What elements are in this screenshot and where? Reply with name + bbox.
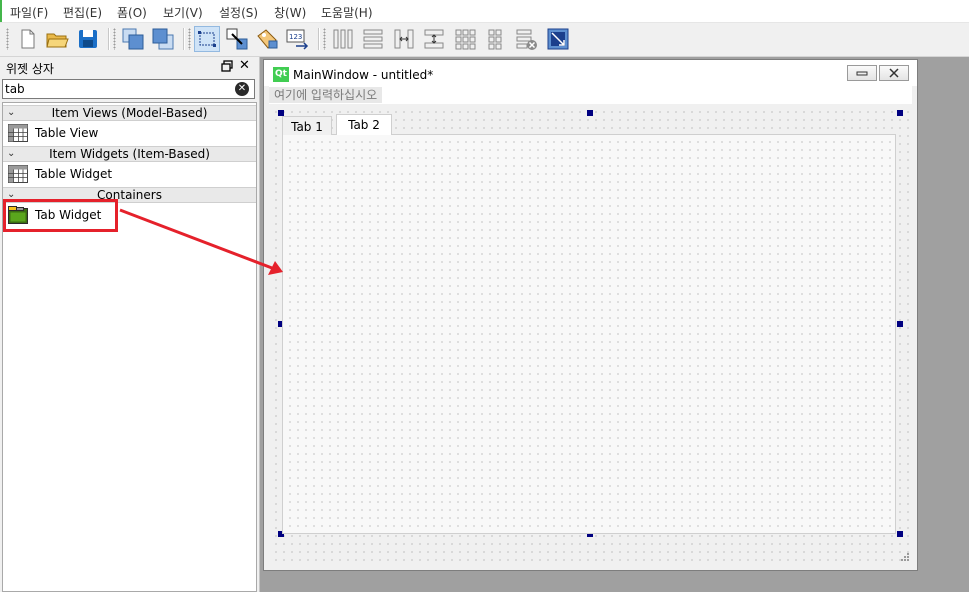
drag-arrow-annotation: [119, 208, 283, 275]
arrow-line: [119, 208, 273, 270]
